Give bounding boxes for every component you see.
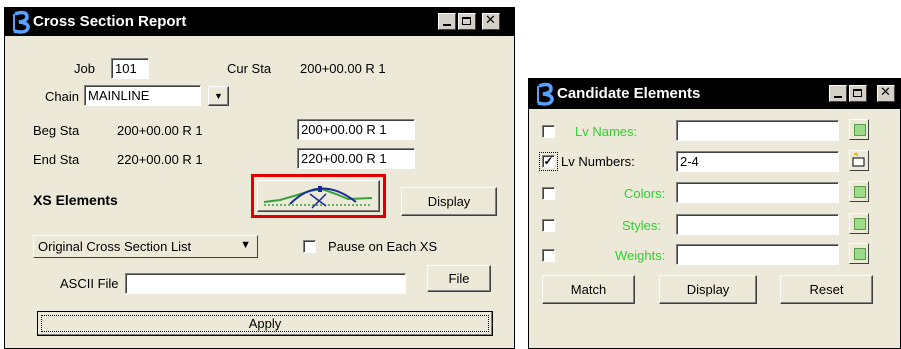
apply-button[interactable]: Apply xyxy=(37,311,493,336)
job-input[interactable]: 101 xyxy=(111,58,149,79)
ascii-file-input[interactable] xyxy=(125,273,406,294)
cross-section-list-value: Original Cross Section List xyxy=(38,239,192,254)
lv-names-input[interactable] xyxy=(676,120,839,141)
styles-checkbox[interactable] xyxy=(542,219,555,232)
picker-icon xyxy=(854,186,866,198)
lv-names-picker-button[interactable] xyxy=(849,119,869,140)
folder-icon xyxy=(852,152,865,167)
cur-sta-value: 200+00.00 R 1 xyxy=(300,61,386,76)
colors-input[interactable] xyxy=(676,182,839,203)
colors-checkbox[interactable] xyxy=(542,187,555,200)
weights-picker-button[interactable] xyxy=(849,243,869,264)
styles-label: Styles: xyxy=(622,218,662,233)
beg-sta-value: 200+00.00 R 1 xyxy=(117,123,203,138)
xs-elements-label: XS Elements xyxy=(33,192,118,208)
weights-input[interactable] xyxy=(676,244,839,265)
chevron-down-icon: ▼ xyxy=(240,239,251,251)
colors-label: Colors: xyxy=(624,186,666,201)
beg-sta-input[interactable]: 200+00.00 R 1 xyxy=(297,119,415,140)
lv-numbers-checkbox[interactable]: ✓ xyxy=(542,155,555,168)
maximize-button[interactable] xyxy=(849,85,867,102)
cross-section-report-window: Cross Section Report Job 101 Cur Sta 200… xyxy=(4,7,515,349)
weights-checkbox[interactable] xyxy=(542,249,555,262)
close-button[interactable] xyxy=(482,13,500,30)
beg-sta-label: Beg Sta xyxy=(33,123,80,138)
title-bar[interactable]: Cross Section Report xyxy=(5,8,514,36)
window-title: Candidate Elements xyxy=(557,85,701,102)
close-button[interactable] xyxy=(877,85,895,102)
lv-names-checkbox[interactable] xyxy=(542,125,555,138)
reset-button[interactable]: Reset xyxy=(780,275,873,304)
end-sta-value: 220+00.00 R 1 xyxy=(117,152,203,167)
pause-checkbox[interactable] xyxy=(303,240,316,253)
file-button[interactable]: File xyxy=(427,265,491,292)
styles-input[interactable] xyxy=(676,214,839,235)
styles-picker-button[interactable] xyxy=(849,213,869,234)
minimize-button[interactable] xyxy=(829,85,847,102)
ascii-file-label: ASCII File xyxy=(60,276,119,291)
end-sta-input[interactable]: 220+00.00 R 1 xyxy=(297,148,415,169)
chain-label: Chain xyxy=(45,89,79,104)
lv-numbers-picker-button[interactable] xyxy=(849,150,869,171)
job-label: Job xyxy=(74,61,95,76)
minimize-button[interactable] xyxy=(438,13,456,30)
chevron-down-icon: ▼ xyxy=(214,91,223,101)
apply-label: Apply xyxy=(248,316,282,331)
xs-elements-select-button[interactable] xyxy=(257,180,380,212)
lv-names-label: Lv Names: xyxy=(575,124,638,139)
cross-section-list-select[interactable]: Original Cross Section List ▼ xyxy=(33,235,258,258)
title-bar[interactable]: Candidate Elements xyxy=(529,79,900,109)
lv-numbers-label: Lv Numbers: xyxy=(561,154,635,169)
weights-label: Weights: xyxy=(615,248,666,263)
display-button[interactable]: Display xyxy=(401,187,497,216)
chain-select[interactable]: MAINLINE xyxy=(84,85,201,106)
cur-sta-label: Cur Sta xyxy=(227,61,272,76)
window-title: Cross Section Report xyxy=(33,13,187,30)
picker-icon xyxy=(854,124,866,136)
picker-icon xyxy=(854,248,866,260)
lv-numbers-input[interactable]: 2-4 xyxy=(676,151,839,172)
app-logo-icon xyxy=(537,82,554,106)
cross-section-icon xyxy=(263,186,373,209)
pause-label: Pause on Each XS xyxy=(328,239,438,254)
chain-dropdown-button[interactable]: ▼ xyxy=(208,86,229,106)
maximize-button[interactable] xyxy=(458,13,476,30)
candidate-elements-window: Candidate Elements Lv Names: ✓ Lv Number… xyxy=(528,78,901,349)
apply-focus-ring: Apply xyxy=(41,315,489,332)
picker-icon xyxy=(854,218,866,230)
display-button[interactable]: Display xyxy=(659,275,757,304)
colors-picker-button[interactable] xyxy=(849,181,869,202)
end-sta-label: End Sta xyxy=(33,152,80,167)
match-button[interactable]: Match xyxy=(542,275,635,304)
app-logo-icon xyxy=(13,10,30,34)
